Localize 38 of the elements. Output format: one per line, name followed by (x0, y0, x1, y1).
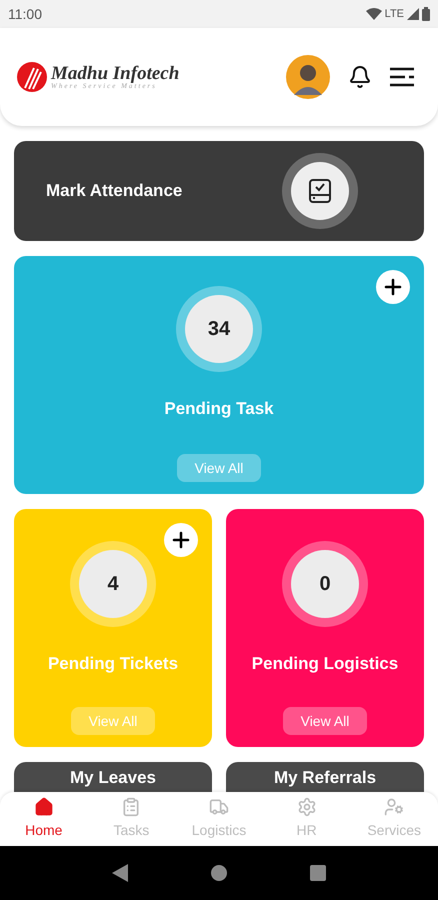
home-circle-icon[interactable] (210, 865, 227, 881)
nav-tab[interactable]: Logistics (175, 792, 263, 846)
add-button[interactable] (164, 523, 198, 557)
view-all-button[interactable]: View All (70, 707, 156, 735)
status-time: 11:00 (8, 4, 42, 24)
truck-icon (208, 797, 229, 817)
card-title: Pending Tickets (48, 653, 178, 675)
settings-icon (296, 797, 317, 817)
view-all-button[interactable]: View All (176, 454, 262, 482)
count-text: 4 (107, 572, 119, 597)
network-text: LTE (384, 6, 404, 22)
nav-tab[interactable]: Tasks (88, 792, 176, 846)
clipboard-icon (121, 797, 142, 817)
card-title: Pending Logistics (252, 653, 398, 675)
nav-tab[interactable]: Home (0, 792, 88, 846)
wifi-icon (366, 8, 382, 20)
attendance-label: Mark Attendance (46, 180, 182, 202)
recents-icon[interactable] (310, 865, 326, 881)
card-title: My Leaves (70, 768, 156, 788)
brand-name: Madhu Infotech (51, 64, 180, 83)
home-icon (34, 797, 54, 817)
attendance-card[interactable]: Mark Attendance (14, 141, 424, 241)
avatar-icon[interactable] (286, 55, 330, 99)
count-text: 34 (208, 317, 230, 342)
nav-tab[interactable]: Services (350, 792, 438, 846)
nav-tab[interactable]: HR (262, 792, 350, 846)
card-title: Pending Task (164, 398, 274, 420)
menu-icon[interactable] (390, 67, 414, 87)
notification-icon[interactable] (348, 65, 372, 89)
count-text: 0 (319, 572, 331, 597)
add-button[interactable] (376, 270, 410, 304)
back-icon[interactable] (112, 864, 128, 882)
attendance-icon (308, 178, 332, 204)
battery-icon (422, 7, 430, 21)
signal-icon (407, 8, 419, 20)
user-gear-icon (384, 797, 404, 817)
view-all-button[interactable]: View All (282, 707, 368, 735)
card-title: My Referrals (274, 768, 376, 788)
